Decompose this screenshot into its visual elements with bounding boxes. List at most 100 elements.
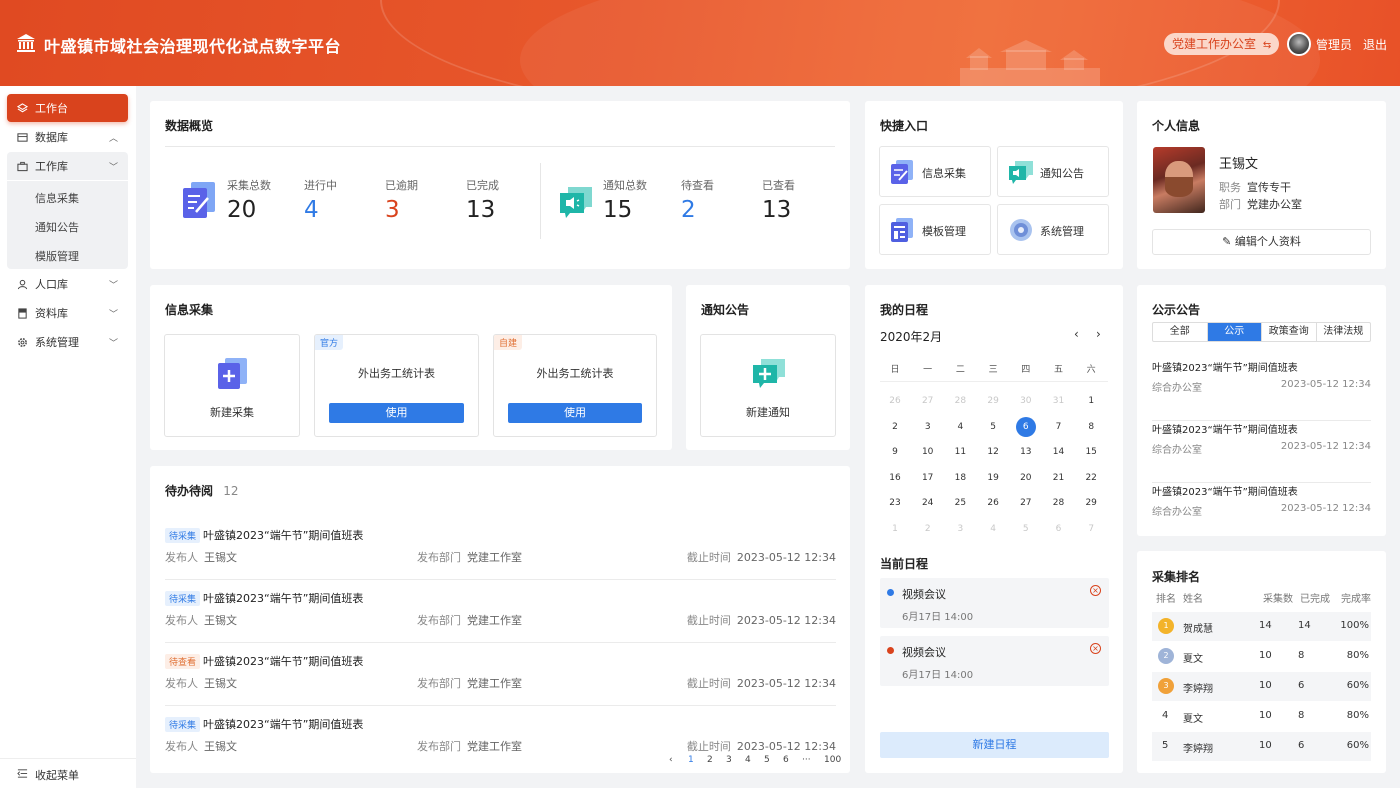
edit-profile-button[interactable]: ✎ 编辑个人资料: [1152, 229, 1371, 255]
chevron-right-icon[interactable]: ›: [1096, 327, 1101, 341]
sidebar-item-system[interactable]: 系统管理 ﹀: [7, 328, 128, 356]
calendar-day[interactable]: 3: [950, 519, 970, 539]
calendar-day[interactable]: 26: [983, 493, 1003, 513]
calendar-day[interactable]: 24: [918, 493, 938, 513]
announcement-item-title[interactable]: 叶盛镇2023“端午节”期间值班表: [1152, 483, 1298, 498]
calendar-day[interactable]: 2: [885, 417, 905, 437]
calendar-day[interactable]: 7: [1081, 519, 1101, 539]
calendar-day[interactable]: 1: [885, 519, 905, 539]
tab-law[interactable]: 法律法规: [1317, 323, 1371, 341]
quick-entry-notice[interactable]: 通知公告: [997, 146, 1109, 197]
todo-item[interactable]: 待查看 叶盛镇2023“端午节”期间值班表 发布人 王锡文 发布部门 党建工作室 截…: [165, 646, 836, 706]
calendar-day[interactable]: 29: [1081, 493, 1101, 513]
calendar-day[interactable]: 29: [983, 391, 1003, 411]
calendar-day[interactable]: 26: [885, 391, 905, 411]
pager-page[interactable]: 3: [726, 755, 732, 765]
todo-item-title[interactable]: 叶盛镇2023“端午节”期间值班表: [203, 716, 363, 732]
calendar-day[interactable]: 19: [983, 468, 1003, 488]
pager-page[interactable]: 5: [764, 755, 770, 765]
calendar-day[interactable]: 27: [1016, 493, 1036, 513]
calendar-day[interactable]: 30: [1016, 391, 1036, 411]
close-icon[interactable]: ×: [1090, 643, 1101, 654]
todo-item-title[interactable]: 叶盛镇2023“端午节”期间值班表: [203, 653, 363, 669]
todo-item-title[interactable]: 叶盛镇2023“端午节”期间值班表: [203, 527, 363, 543]
sidebar-item-archive[interactable]: 资料库 ﹀: [7, 299, 128, 327]
use-template-button[interactable]: 使用: [508, 403, 642, 423]
calendar-day[interactable]: 31: [1049, 391, 1069, 411]
calendar-day[interactable]: 5: [1016, 519, 1036, 539]
quick-entry-collect[interactable]: 信息采集: [879, 146, 991, 197]
todo-item[interactable]: 待采集 叶盛镇2023“端午节”期间值班表 发布人 王锡文 发布部门 党建工作室 截…: [165, 583, 836, 643]
collapse-menu-button[interactable]: 收起菜单: [0, 758, 136, 788]
calendar-day[interactable]: 23: [885, 493, 905, 513]
calendar-day[interactable]: 14: [1049, 442, 1069, 462]
use-template-button[interactable]: 使用: [329, 403, 464, 423]
office-switcher[interactable]: 党建工作办公室 ⇆: [1164, 33, 1280, 55]
calendar-day[interactable]: 3: [918, 417, 938, 437]
user-name[interactable]: 管理员: [1316, 36, 1352, 53]
submenu-item-collect[interactable]: 信息采集: [35, 190, 79, 206]
calendar-day[interactable]: 28: [950, 391, 970, 411]
calendar-day[interactable]: 21: [1049, 468, 1069, 488]
calendar-day[interactable]: 28: [1049, 493, 1069, 513]
announcement-item[interactable]: 叶盛镇2023“端午节”期间值班表 综合办公室 2023-05-12 12:34: [1152, 421, 1371, 483]
tab-policy[interactable]: 政策查询: [1262, 323, 1317, 341]
todo-item-title[interactable]: 叶盛镇2023“端午节”期间值班表: [203, 590, 363, 606]
calendar-day[interactable]: 12: [983, 442, 1003, 462]
calendar-day-selected[interactable]: 6: [1015, 416, 1036, 437]
calendar-day[interactable]: 22: [1081, 468, 1101, 488]
submenu-item-template[interactable]: 模版管理: [35, 248, 79, 264]
todo-item[interactable]: 待采集 叶盛镇2023“端午节”期间值班表 发布人 王锡文 发布部门 党建工作室 截…: [165, 520, 836, 580]
new-schedule-button[interactable]: 新建日程: [880, 732, 1109, 758]
announcement-item-title[interactable]: 叶盛镇2023“端午节”期间值班表: [1152, 421, 1298, 436]
user-avatar[interactable]: [1287, 32, 1311, 56]
tab-all[interactable]: 全部: [1153, 323, 1208, 341]
calendar-day[interactable]: 25: [950, 493, 970, 513]
new-collect-button[interactable]: 新建采集: [164, 334, 300, 437]
calendar-day[interactable]: 6: [1049, 519, 1069, 539]
calendar-day[interactable]: 11: [950, 442, 970, 462]
pager-page[interactable]: 1: [688, 755, 694, 765]
calendar-day[interactable]: 1: [1081, 391, 1101, 411]
announcement-item[interactable]: 叶盛镇2023“端午节”期间值班表 综合办公室 2023-05-12 12:34: [1152, 359, 1371, 421]
pager-page[interactable]: 6: [783, 755, 789, 765]
calendar-day[interactable]: 16: [885, 468, 905, 488]
chevron-left-icon[interactable]: ‹: [1074, 327, 1079, 341]
calendar-day[interactable]: 27: [918, 391, 938, 411]
calendar-day[interactable]: 15: [1081, 442, 1101, 462]
quick-entry-template[interactable]: 模板管理: [879, 204, 991, 255]
pager-page[interactable]: 4: [745, 755, 751, 765]
sidebar-item-database[interactable]: 数据库 ︿: [7, 123, 128, 151]
calendar-day[interactable]: 4: [983, 519, 1003, 539]
announcement-item-title[interactable]: 叶盛镇2023“端午节”期间值班表: [1152, 359, 1298, 374]
pager-page-last[interactable]: 100: [824, 755, 841, 765]
calendar-day[interactable]: 10: [918, 442, 938, 462]
calendar-day[interactable]: 5: [983, 417, 1003, 437]
schedule-event[interactable]: 视频会议 6月17日 14:00 ×: [880, 636, 1109, 686]
unread-value[interactable]: 2: [681, 197, 696, 223]
sidebar-item-population[interactable]: 人口库 ﹀: [7, 270, 128, 298]
calendar-day[interactable]: 20: [1016, 468, 1036, 488]
calendar-day[interactable]: 2: [918, 519, 938, 539]
calendar-day[interactable]: 7: [1049, 417, 1069, 437]
calendar-day[interactable]: 13: [1016, 442, 1036, 462]
quick-entry-system[interactable]: 系统管理: [997, 204, 1109, 255]
overdue-value[interactable]: 3: [385, 197, 400, 223]
todo-item[interactable]: 待采集 叶盛镇2023“端午节”期间值班表 发布人 王锡文 发布部门 党建工作室 截…: [165, 709, 836, 769]
schedule-event[interactable]: 视频会议 6月17日 14:00 ×: [880, 578, 1109, 628]
tab-public[interactable]: 公示: [1207, 323, 1262, 341]
pager-page[interactable]: 2: [707, 755, 713, 765]
calendar-day[interactable]: 4: [950, 417, 970, 437]
calendar-day[interactable]: 17: [918, 468, 938, 488]
close-icon[interactable]: ×: [1090, 585, 1101, 596]
announcement-item[interactable]: 叶盛镇2023“端午节”期间值班表 综合办公室 2023-05-12 12:34: [1152, 483, 1371, 545]
logout-button[interactable]: 退出: [1363, 36, 1387, 53]
pager-prev-button[interactable]: ‹: [669, 755, 673, 765]
in-progress-value[interactable]: 4: [304, 197, 319, 223]
calendar-day[interactable]: 8: [1081, 417, 1101, 437]
sidebar-item-workspace[interactable]: 工作库 ﹀: [7, 152, 128, 180]
calendar-day[interactable]: 9: [885, 442, 905, 462]
sidebar-item-workbench[interactable]: 工作台: [7, 94, 128, 122]
calendar-day[interactable]: 18: [950, 468, 970, 488]
submenu-item-notice[interactable]: 通知公告: [35, 219, 79, 235]
